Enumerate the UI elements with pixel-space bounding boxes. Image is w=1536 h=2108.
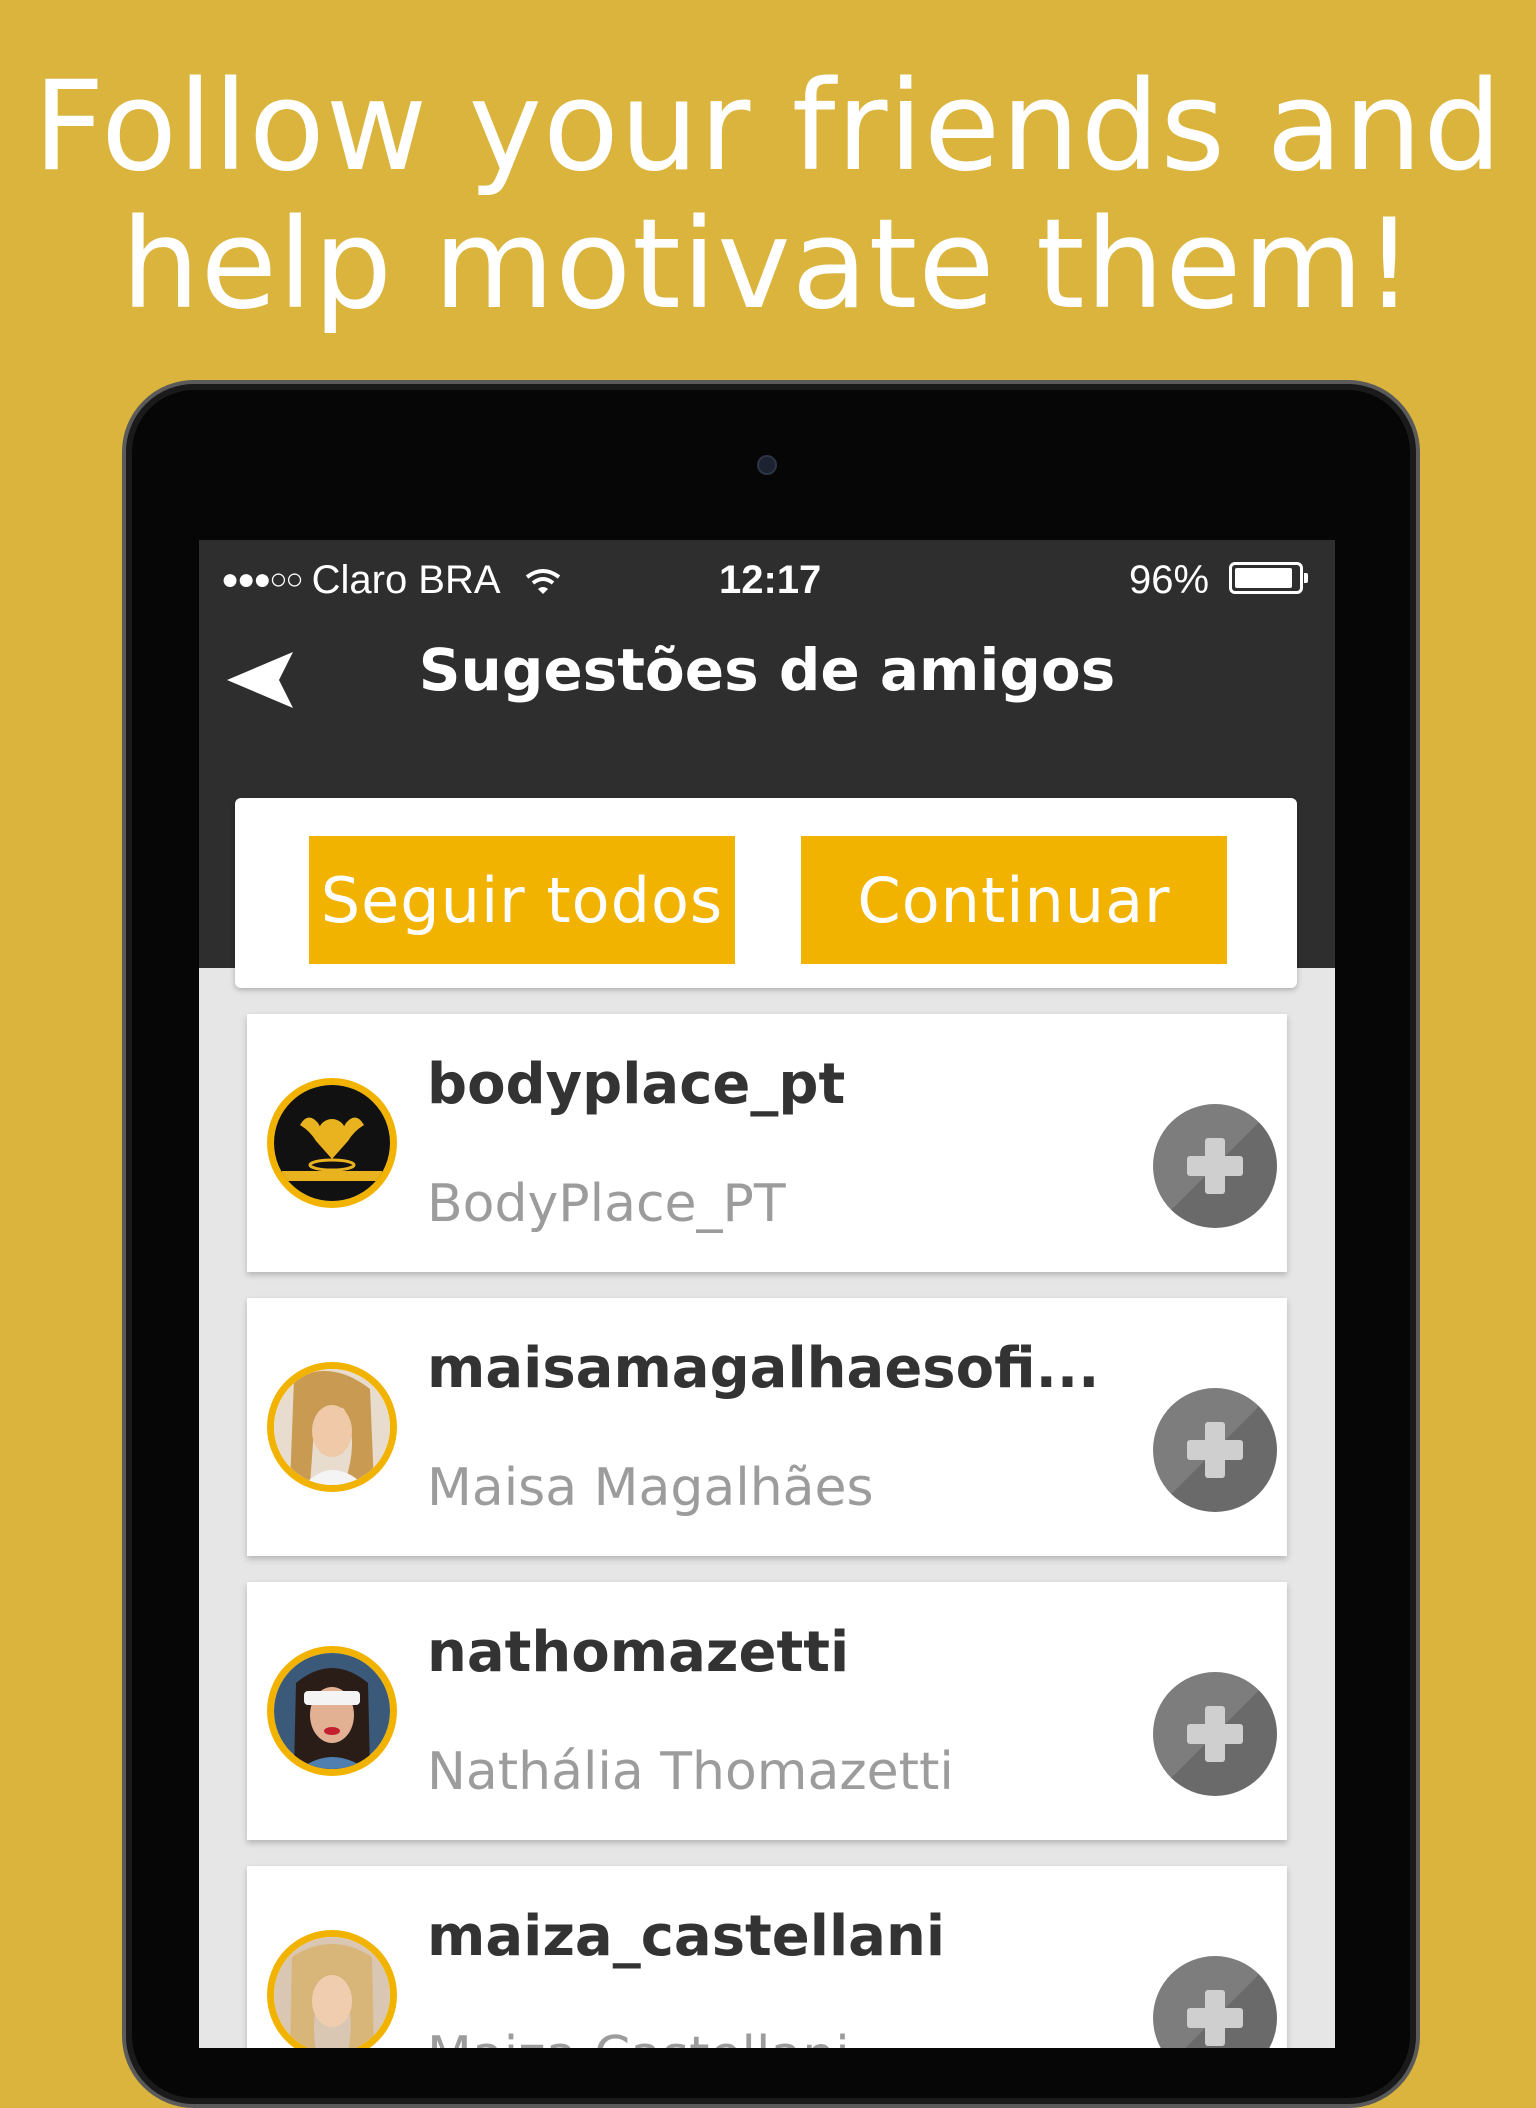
full-name: Maiza Castellani [427,2026,1107,2048]
avatar [267,1078,397,1208]
username: nathomazetti [427,1620,850,1685]
list-item[interactable]: nathomazetti Nathália Thomazetti [247,1582,1287,1840]
avatar [267,1930,397,2048]
continue-button[interactable]: Continuar [801,836,1227,964]
back-arrow-icon [227,652,293,708]
username: bodyplace_pt [427,1052,846,1117]
follow-button[interactable] [1153,1672,1277,1796]
camera-icon [757,455,777,475]
avatar [267,1362,397,1492]
avatar [267,1646,397,1776]
list-item[interactable]: maisamagalhaesofi... Maisa Magalhães [247,1298,1287,1556]
action-card: Seguir todos Continuar [235,798,1297,988]
username: maisamagalhaesofi... [427,1336,1100,1401]
headline-line-1: Follow your friends and [33,55,1503,199]
follow-button[interactable] [1153,1388,1277,1512]
follow-all-button[interactable]: Seguir todos [309,836,735,964]
headline: Follow your friends and help motivate th… [0,58,1536,334]
suggestion-list: bodyplace_pt BodyPlace_PT maisamagalhaes… [247,1014,1289,2048]
headline-line-2: help motivate them! [121,193,1415,337]
back-button[interactable] [223,650,297,710]
username: maiza_castellani [427,1904,946,1969]
list-item[interactable]: bodyplace_pt BodyPlace_PT [247,1014,1287,1272]
follow-button[interactable] [1153,1104,1277,1228]
follow-button[interactable] [1153,1956,1277,2048]
full-name: Nathália Thomazetti [427,1742,954,1802]
list-item[interactable]: maiza_castellani Maiza Castellani [247,1866,1287,2048]
full-name: Maisa Magalhães [427,1458,874,1518]
app-screen: ●●●○○ Claro BRA 12:17 96% Sugestões de am… [199,540,1335,2048]
full-name: BodyPlace_PT [427,1174,786,1234]
page-title: Sugestões de amigos [418,636,1116,704]
nav-bar: Sugestões de amigos [199,612,1335,732]
